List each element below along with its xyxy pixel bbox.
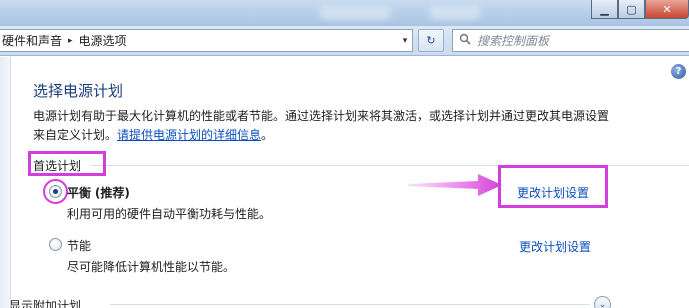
help-icon: ? xyxy=(675,66,682,77)
chevron-down-icon: ▾ xyxy=(402,35,408,46)
blurred-title xyxy=(320,6,390,20)
highlight-box-link xyxy=(498,165,608,208)
breadcrumb[interactable]: 硬件和声音 ▸ 电源选项 xyxy=(0,29,413,52)
search-icon xyxy=(459,33,471,48)
radio-selected-dot xyxy=(53,189,58,194)
chevron-down-icon: ⌄ xyxy=(598,299,607,308)
description-line-2: 来自定义计划。请提供电源计划的详细信息。 xyxy=(33,126,623,145)
maximize-icon: ▢ xyxy=(626,2,637,16)
minimize-icon: ▁ xyxy=(600,2,609,16)
address-dropdown-button[interactable]: ▾ xyxy=(397,29,413,52)
plan-balanced-description: 利用可用的硬件自动平衡功耗与性能。 xyxy=(67,207,272,221)
refresh-icon: ↻ xyxy=(426,34,436,47)
search-input[interactable]: 搜索控制面板 xyxy=(452,29,689,52)
breadcrumb-item-hardware[interactable]: 硬件和声音 xyxy=(2,32,62,49)
description-line-1: 电源计划有助于最大化计算机的性能或者节能。通过选择计划来将其激活，或选择计划并通… xyxy=(33,109,610,123)
maximize-button[interactable]: ▢ xyxy=(618,0,645,19)
description-suffix: 。 xyxy=(261,128,274,142)
show-additional-plans-header[interactable]: 显示附加计划 xyxy=(9,297,81,308)
power-plan-info-link[interactable]: 请提供电源计划的详细信息 xyxy=(117,128,261,142)
highlight-box-header xyxy=(28,151,106,176)
plan-power-saver-description: 尽可能降低计算机性能以节能。 xyxy=(67,260,236,274)
title-bar: ▁ ▢ ✕ xyxy=(0,0,689,26)
arrow-icon xyxy=(408,174,502,196)
breadcrumb-separator-icon[interactable]: ▸ xyxy=(68,36,73,46)
main-content: ? 选择电源计划 电源计划有助于最大化计算机的性能或者节能。通过选择计划来将其激… xyxy=(0,57,689,308)
change-plan-settings-power-saver-link[interactable]: 更改计划设置 xyxy=(519,238,591,255)
divider xyxy=(110,304,590,305)
plan-balanced-tag: (推荐) xyxy=(94,186,130,200)
minimize-button[interactable]: ▁ xyxy=(591,0,618,19)
plan-power-saver-radio[interactable] xyxy=(49,238,62,251)
refresh-button[interactable]: ↻ xyxy=(418,29,444,52)
description-prefix: 来自定义计划。 xyxy=(33,128,118,142)
breadcrumb-item-power-options[interactable]: 电源选项 xyxy=(79,32,127,49)
expand-additional-plans-button[interactable]: ⌄ xyxy=(594,296,611,308)
page-description: 电源计划有助于最大化计算机的性能或者节能。通过选择计划来将其激活，或选择计划并通… xyxy=(33,107,623,145)
plan-balanced-name[interactable]: 平衡 (推荐) xyxy=(67,184,130,201)
address-bar: 硬件和声音 ▸ 电源选项 ▾ ↻ 搜索控制面板 xyxy=(0,26,689,56)
plan-balanced-radio[interactable] xyxy=(49,185,62,198)
close-icon: ✕ xyxy=(662,2,672,16)
left-pane xyxy=(0,57,11,308)
close-button[interactable]: ✕ xyxy=(645,0,689,19)
page-title: 选择电源计划 xyxy=(33,82,124,100)
plan-balanced-label: 平衡 xyxy=(67,186,92,200)
search-placeholder: 搜索控制面板 xyxy=(477,34,550,48)
plan-power-saver-name[interactable]: 节能 xyxy=(67,237,91,254)
window-controls: ▁ ▢ ✕ xyxy=(591,0,689,19)
help-button[interactable]: ? xyxy=(671,64,686,79)
blurred-title-2 xyxy=(430,6,480,20)
